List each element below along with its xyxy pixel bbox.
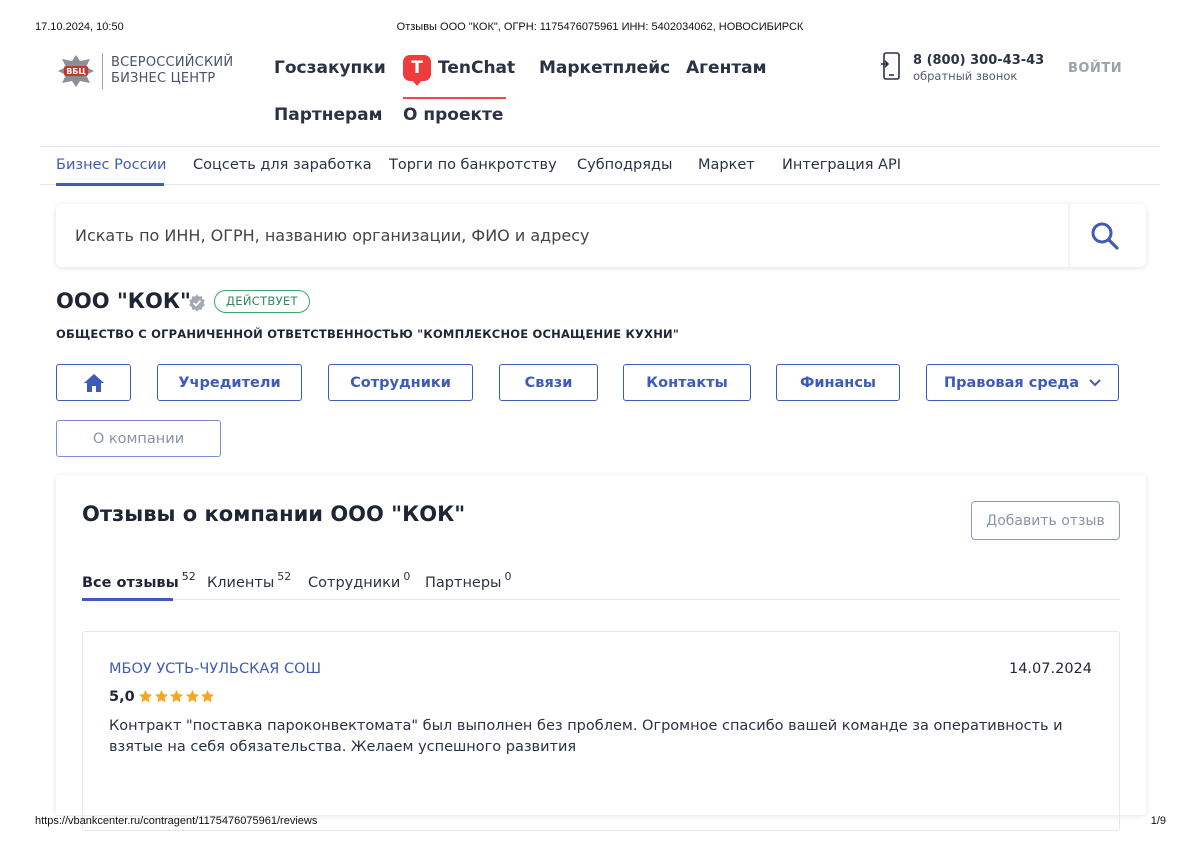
star-icon — [154, 689, 168, 703]
reviews-section: Отзывы о компании ООО "КОК" Добавить отз… — [56, 475, 1146, 831]
reviews-tab-employees-count: 0 — [403, 570, 411, 583]
review-card: МБОУ УСТЬ-ЧУЛЬСКАЯ СОШ 14.07.2024 5,0 Ко… — [82, 631, 1120, 831]
search-icon[interactable] — [1090, 221, 1120, 251]
tab-home[interactable] — [56, 364, 131, 401]
star-icon — [138, 689, 153, 703]
nav-tenchat[interactable]: T TenChat — [403, 55, 516, 86]
phone-callback-label: обратный звонок — [913, 69, 1018, 83]
tenchat-underline — [403, 97, 506, 99]
reviews-tab-all-count: 52 — [181, 570, 196, 583]
print-doc-title: Отзывы ООО "КОК", ОГРН: 1175476075961 ИН… — [396, 21, 804, 33]
tab-employees[interactable]: Сотрудники — [328, 364, 473, 401]
nav-agents[interactable]: Агентам — [686, 58, 767, 78]
chevron-down-icon — [1089, 378, 1101, 386]
subnav-social-network[interactable]: Соцсеть для заработка — [193, 157, 372, 173]
reviews-tab-employees-label: Сотрудники — [308, 575, 401, 591]
tab-finance[interactable]: Финансы — [776, 364, 900, 401]
tab-legal-environment-label: Правовая среда — [943, 374, 1080, 391]
nav-marketplace[interactable]: Маркетплейс — [539, 58, 670, 78]
reviews-tab-active-indicator — [82, 598, 173, 601]
search-input[interactable] — [56, 204, 1068, 267]
review-author-link[interactable]: МБОУ УСТЬ-ЧУЛЬСКАЯ СОШ — [109, 661, 321, 677]
login-button[interactable]: ВОЙТИ — [1068, 61, 1122, 76]
review-rating-value: 5,0 — [109, 689, 135, 705]
tab-legal-environment[interactable]: Правовая среда — [926, 364, 1119, 401]
phone-icon — [881, 52, 900, 80]
search-bar — [56, 204, 1146, 267]
add-review-button[interactable]: Добавить отзыв — [971, 501, 1120, 540]
company-full-name: ОБЩЕСТВО С ОГРАНИЧЕННОЙ ОТВЕТСТВЕННОСТЬЮ… — [56, 327, 680, 341]
subnav-market[interactable]: Маркет — [698, 157, 755, 173]
eagle-emblem-icon: ВБЦ — [58, 55, 94, 87]
reviews-tab-clients-count: 52 — [277, 570, 292, 583]
status-badge: ДЕЙСТВУЕТ — [214, 290, 310, 313]
subnav-subcontracts[interactable]: Субподряды — [577, 157, 672, 173]
subnav-bankruptcy-trades[interactable]: Торги по банкротству — [389, 157, 557, 173]
reviews-title: Отзывы о компании ООО "КОК" — [82, 502, 466, 526]
logo-text: ВСЕРОССИЙСКИЙ БИЗНЕС ЦЕНТР — [111, 55, 233, 87]
home-icon — [83, 373, 104, 392]
tab-contacts[interactable]: Контакты — [623, 364, 751, 401]
reviews-tab-clients-label: Клиенты — [207, 575, 275, 591]
print-url: https://vbankcenter.ru/contragent/117547… — [35, 815, 318, 827]
review-date: 14.07.2024 — [1008, 661, 1092, 677]
reviews-tab-partners-label: Партнеры — [425, 575, 502, 591]
company-name: ООО "КОК" — [56, 289, 191, 313]
star-icon — [169, 689, 184, 703]
reviews-tab-partners[interactable]: Партнеры 0 — [425, 570, 512, 591]
star-icon — [200, 689, 215, 703]
review-stars — [138, 689, 216, 704]
tab-about-company[interactable]: О компании — [56, 420, 221, 457]
search-divider — [1068, 204, 1072, 267]
subnav-business-russia[interactable]: Бизнес России — [56, 157, 166, 173]
nav-tenchat-label: TenChat — [438, 58, 516, 78]
tab-links[interactable]: Связи — [499, 364, 598, 401]
phone-callback[interactable]: 8 (800) 300-43-43 обратный звонок — [881, 52, 1044, 84]
tenchat-logo-icon: T — [403, 55, 431, 86]
review-text: Контракт "поставка пароконвектомата" был… — [109, 718, 1063, 755]
nav-about[interactable]: О проекте — [403, 105, 503, 125]
print-page-number: 1/9 — [1150, 815, 1166, 827]
verified-badge-icon — [189, 294, 205, 312]
reviews-tab-all-label: Все отзывы — [82, 575, 179, 591]
star-icon — [185, 689, 199, 703]
logo-line-2: БИЗНЕС ЦЕНТР — [111, 71, 216, 86]
reviews-tabs-divider — [82, 599, 1120, 600]
nav-goszakupki[interactable]: Госзакупки — [274, 58, 386, 78]
reviews-tab-employees[interactable]: Сотрудники 0 — [308, 570, 410, 591]
phone-number: 8 (800) 300-43-43 — [913, 53, 1045, 68]
tab-founders[interactable]: Учредители — [157, 364, 302, 401]
subnav-api[interactable]: Интеграция API — [782, 157, 901, 173]
nav-partners[interactable]: Партнерам — [274, 105, 383, 125]
svg-text:ВБЦ: ВБЦ — [66, 67, 86, 76]
sub-navigation: Бизнес России Соцсеть для заработка Торг… — [40, 146, 1160, 186]
reviews-tab-partners-count: 0 — [504, 570, 512, 583]
logo-separator — [102, 53, 103, 89]
logo-line-1: ВСЕРОССИЙСКИЙ — [111, 55, 234, 70]
reviews-tab-all[interactable]: Все отзывы 52 — [82, 570, 196, 591]
reviews-tab-clients[interactable]: Клиенты 52 — [207, 570, 291, 591]
site-logo[interactable]: ВБЦ ВСЕРОССИЙСКИЙ БИЗНЕС ЦЕНТР — [56, 53, 233, 89]
subnav-active-indicator — [56, 183, 164, 186]
